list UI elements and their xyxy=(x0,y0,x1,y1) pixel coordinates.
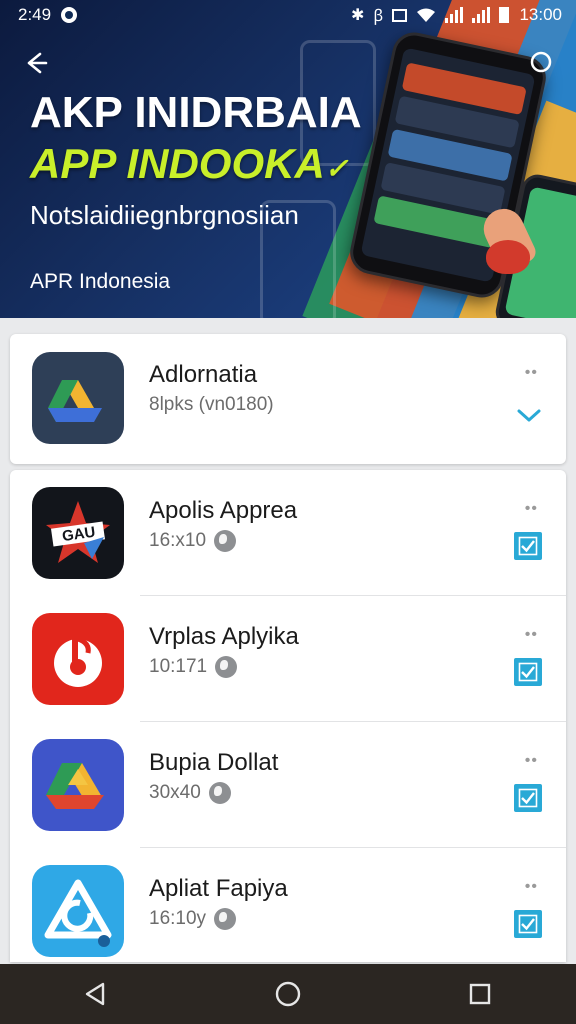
nav-back-button[interactable] xyxy=(66,964,126,1024)
more-options-icon[interactable]: •• xyxy=(525,364,538,382)
search-icon[interactable] xyxy=(528,50,554,76)
status-time: 2:49 xyxy=(18,5,52,24)
drive-triangle-icon xyxy=(32,352,124,444)
globe-icon xyxy=(214,908,237,930)
more-options-icon[interactable]: •• xyxy=(525,500,538,518)
app-checkbox[interactable] xyxy=(514,784,542,812)
chevron-down-icon[interactable] xyxy=(514,404,544,426)
navigation-bar xyxy=(0,964,576,1024)
signal-icon xyxy=(445,7,464,23)
list-item[interactable]: Bupia Dollat 30x40 •• xyxy=(10,722,566,848)
app-meta-text: 16:x10 xyxy=(149,530,207,551)
app-name: Apliat Fapiya xyxy=(149,875,288,902)
status-clock: 13:00 xyxy=(519,5,562,24)
nav-recents-button[interactable] xyxy=(450,964,510,1024)
app-name: Bupia Dollat xyxy=(149,749,279,776)
globe-icon xyxy=(208,782,231,804)
more-options-icon[interactable]: •• xyxy=(525,752,538,770)
app-name: Adlornatia xyxy=(149,361,258,388)
mascot-illustration xyxy=(486,240,530,274)
hero-banner: AKP INIDRBAIA APP INDOOKA✓ Notslaidiiegn… xyxy=(0,0,576,318)
selected-app-card[interactable]: Adlornatia 8lpks (vn0180) •• xyxy=(10,334,566,464)
signal-icon xyxy=(472,7,491,23)
more-options-icon[interactable]: •• xyxy=(525,878,538,896)
app-meta: 16:10y xyxy=(149,908,237,930)
cast-icon xyxy=(392,8,408,22)
app-meta-text: 8lpks (vn0180) xyxy=(149,394,274,415)
check-icon xyxy=(518,788,538,808)
app-name: Vrplas Aplyika xyxy=(149,623,299,650)
back-arrow-icon[interactable] xyxy=(20,48,50,78)
check-icon xyxy=(518,536,538,556)
app-meta: 30x40 xyxy=(149,782,231,804)
app-meta: 10:171 xyxy=(149,656,238,678)
app-meta-text: 30x40 xyxy=(149,782,201,803)
app-checkbox[interactable] xyxy=(514,532,542,560)
app-checkbox[interactable] xyxy=(514,910,542,938)
check-icon xyxy=(518,914,538,934)
list-item[interactable]: Vrplas Aplyika 10:171 •• xyxy=(10,596,566,722)
back-triangle-icon xyxy=(85,982,105,1006)
globe-icon xyxy=(215,656,238,678)
check-icon xyxy=(518,662,538,682)
drive-triangle-icon xyxy=(32,739,124,831)
recents-square-icon xyxy=(469,983,491,1005)
triangle-clock-icon xyxy=(32,865,124,957)
nav-home-button[interactable] xyxy=(258,964,318,1024)
app-meta: 8lpks (vn0180) xyxy=(149,394,274,416)
banner-caption: APR Indonesia xyxy=(30,270,171,293)
app-meta: 16:x10 xyxy=(149,530,237,552)
star-tag-icon: GAU xyxy=(32,487,124,579)
banner-title: AKP INIDRBAIA xyxy=(30,88,362,137)
bluetooth-icon: ✱ xyxy=(350,7,365,24)
list-item[interactable]: GAU Apolis Apprea 16:x10 •• xyxy=(10,470,566,596)
list-item[interactable]: Apliat Fapiya 16:10y •• xyxy=(10,848,566,962)
music-note-icon xyxy=(32,613,124,705)
app-meta-text: 16:10y xyxy=(149,908,207,929)
banner-app-name: APP INDOOKA✓ xyxy=(30,140,348,188)
home-circle-icon xyxy=(275,981,301,1007)
banner-app-name-text: APP INDOOKA xyxy=(30,140,325,187)
banner-subtitle: Notslaidiiegnbrgnosiian xyxy=(30,200,299,230)
app-meta-text: 10:171 xyxy=(149,656,208,677)
app-checkbox[interactable] xyxy=(514,658,542,686)
notification-icon xyxy=(61,7,78,23)
vibrate-icon: ꞵ xyxy=(373,8,384,25)
battery-icon xyxy=(499,7,510,23)
globe-icon xyxy=(214,530,237,552)
app-name: Apolis Apprea xyxy=(149,497,298,524)
app-list: GAU Apolis Apprea 16:x10 •• Vrplas Aplyi… xyxy=(10,470,566,962)
check-mark-icon: ✓ xyxy=(324,153,349,184)
more-options-icon[interactable]: •• xyxy=(525,626,538,644)
wifi-icon xyxy=(417,8,436,22)
status-bar: 2:49 ✱ ꞵ 13:00 xyxy=(0,0,576,30)
